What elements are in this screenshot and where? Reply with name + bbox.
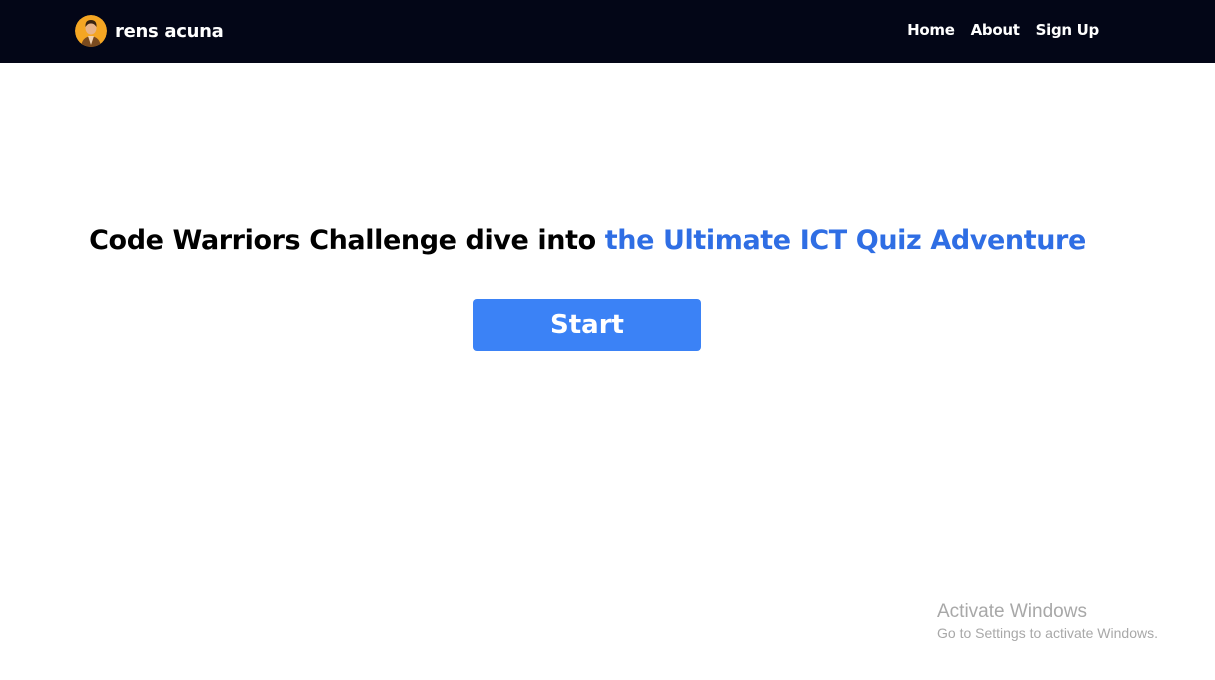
windows-activation-watermark: Activate Windows Go to Settings to activ… [937, 601, 1158, 643]
watermark-subtitle: Go to Settings to activate Windows. [937, 625, 1158, 641]
nav-link-home[interactable]: Home [907, 21, 955, 39]
user-avatar-icon [75, 15, 107, 47]
nav-link-about[interactable]: About [971, 21, 1020, 39]
brand-link[interactable]: rens acuna [75, 15, 224, 47]
hero-title-highlight: the Ultimate ICT Quiz Adventure [604, 225, 1086, 256]
hero-title: Code Warriors Challenge dive into the Ul… [0, 225, 1175, 256]
brand-name: rens acuna [115, 20, 224, 42]
nav-link-sign-up[interactable]: Sign Up [1036, 21, 1100, 39]
hero-title-prefix: Code Warriors Challenge dive into [89, 225, 605, 256]
start-button[interactable]: Start [473, 299, 701, 351]
watermark-title: Activate Windows [937, 601, 1087, 622]
nav-links: Home About Sign Up [907, 21, 1099, 39]
navbar: rens acuna Home About Sign Up [0, 0, 1215, 63]
